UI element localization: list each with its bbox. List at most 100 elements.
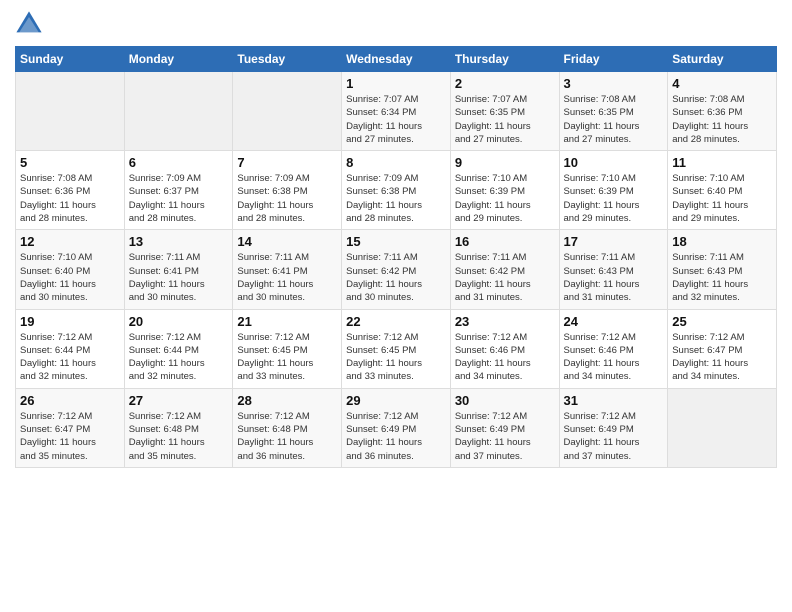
day-info: Sunrise: 7:12 AM Sunset: 6:49 PM Dayligh… (346, 410, 446, 463)
calendar-cell: 14 Sunrise: 7:11 AM Sunset: 6:41 PM Dayli… (233, 230, 342, 309)
day-info: Sunrise: 7:11 AM Sunset: 6:43 PM Dayligh… (564, 251, 664, 304)
calendar-header-tuesday: Tuesday (233, 47, 342, 72)
calendar-cell: 16 Sunrise: 7:11 AM Sunset: 6:42 PM Dayli… (450, 230, 559, 309)
calendar-cell (124, 72, 233, 151)
day-info: Sunrise: 7:12 AM Sunset: 6:46 PM Dayligh… (564, 331, 664, 384)
calendar-header-row: SundayMondayTuesdayWednesdayThursdayFrid… (16, 47, 777, 72)
day-number: 7 (237, 155, 337, 170)
day-info: Sunrise: 7:12 AM Sunset: 6:46 PM Dayligh… (455, 331, 555, 384)
day-info: Sunrise: 7:10 AM Sunset: 6:39 PM Dayligh… (564, 172, 664, 225)
calendar-cell: 3 Sunrise: 7:08 AM Sunset: 6:35 PM Daylig… (559, 72, 668, 151)
day-number: 16 (455, 234, 555, 249)
calendar-cell: 18 Sunrise: 7:11 AM Sunset: 6:43 PM Dayli… (668, 230, 777, 309)
day-info: Sunrise: 7:09 AM Sunset: 6:38 PM Dayligh… (346, 172, 446, 225)
calendar-cell: 6 Sunrise: 7:09 AM Sunset: 6:37 PM Daylig… (124, 151, 233, 230)
calendar-cell: 26 Sunrise: 7:12 AM Sunset: 6:47 PM Dayli… (16, 388, 125, 467)
calendar-header-friday: Friday (559, 47, 668, 72)
day-number: 27 (129, 393, 229, 408)
calendar-header-monday: Monday (124, 47, 233, 72)
day-number: 25 (672, 314, 772, 329)
day-number: 22 (346, 314, 446, 329)
day-info: Sunrise: 7:12 AM Sunset: 6:49 PM Dayligh… (564, 410, 664, 463)
day-number: 21 (237, 314, 337, 329)
day-info: Sunrise: 7:08 AM Sunset: 6:36 PM Dayligh… (20, 172, 120, 225)
day-number: 12 (20, 234, 120, 249)
calendar-cell: 7 Sunrise: 7:09 AM Sunset: 6:38 PM Daylig… (233, 151, 342, 230)
day-number: 4 (672, 76, 772, 91)
calendar-cell: 4 Sunrise: 7:08 AM Sunset: 6:36 PM Daylig… (668, 72, 777, 151)
calendar-cell: 5Sunrise: 7:08 AM Sunset: 6:36 PM Daylig… (16, 151, 125, 230)
calendar-cell: 11 Sunrise: 7:10 AM Sunset: 6:40 PM Dayli… (668, 151, 777, 230)
calendar-cell: 31 Sunrise: 7:12 AM Sunset: 6:49 PM Dayli… (559, 388, 668, 467)
calendar-cell: 22Sunrise: 7:12 AM Sunset: 6:45 PM Dayli… (342, 309, 451, 388)
calendar-header-saturday: Saturday (668, 47, 777, 72)
day-number: 31 (564, 393, 664, 408)
calendar-cell: 13Sunrise: 7:11 AM Sunset: 6:41 PM Dayli… (124, 230, 233, 309)
day-info: Sunrise: 7:11 AM Sunset: 6:42 PM Dayligh… (346, 251, 446, 304)
day-info: Sunrise: 7:09 AM Sunset: 6:37 PM Dayligh… (129, 172, 229, 225)
page-container: SundayMondayTuesdayWednesdayThursdayFrid… (0, 0, 792, 478)
day-info: Sunrise: 7:10 AM Sunset: 6:40 PM Dayligh… (672, 172, 772, 225)
day-number: 23 (455, 314, 555, 329)
calendar-week-2: 12Sunrise: 7:10 AM Sunset: 6:40 PM Dayli… (16, 230, 777, 309)
day-number: 6 (129, 155, 229, 170)
day-number: 3 (564, 76, 664, 91)
day-number: 30 (455, 393, 555, 408)
day-number: 15 (346, 234, 446, 249)
day-info: Sunrise: 7:08 AM Sunset: 6:36 PM Dayligh… (672, 93, 772, 146)
calendar-cell (668, 388, 777, 467)
day-number: 24 (564, 314, 664, 329)
calendar-cell: 30 Sunrise: 7:12 AM Sunset: 6:49 PM Dayli… (450, 388, 559, 467)
calendar-cell: 12Sunrise: 7:10 AM Sunset: 6:40 PM Dayli… (16, 230, 125, 309)
day-info: Sunrise: 7:11 AM Sunset: 6:42 PM Dayligh… (455, 251, 555, 304)
day-info: Sunrise: 7:11 AM Sunset: 6:41 PM Dayligh… (129, 251, 229, 304)
day-info: Sunrise: 7:12 AM Sunset: 6:49 PM Dayligh… (455, 410, 555, 463)
day-number: 10 (564, 155, 664, 170)
calendar-header-wednesday: Wednesday (342, 47, 451, 72)
day-info: Sunrise: 7:11 AM Sunset: 6:43 PM Dayligh… (672, 251, 772, 304)
day-info: Sunrise: 7:12 AM Sunset: 6:44 PM Dayligh… (20, 331, 120, 384)
day-info: Sunrise: 7:07 AM Sunset: 6:34 PM Dayligh… (346, 93, 446, 146)
calendar-cell: 17Sunrise: 7:11 AM Sunset: 6:43 PM Dayli… (559, 230, 668, 309)
day-info: Sunrise: 7:08 AM Sunset: 6:35 PM Dayligh… (564, 93, 664, 146)
day-number: 2 (455, 76, 555, 91)
day-info: Sunrise: 7:12 AM Sunset: 6:47 PM Dayligh… (672, 331, 772, 384)
calendar-cell: 15 Sunrise: 7:11 AM Sunset: 6:42 PM Dayli… (342, 230, 451, 309)
day-info: Sunrise: 7:09 AM Sunset: 6:38 PM Dayligh… (237, 172, 337, 225)
logo (15, 10, 47, 38)
day-info: Sunrise: 7:07 AM Sunset: 6:35 PM Dayligh… (455, 93, 555, 146)
calendar-cell: 9 Sunrise: 7:10 AM Sunset: 6:39 PM Daylig… (450, 151, 559, 230)
day-info: Sunrise: 7:12 AM Sunset: 6:45 PM Dayligh… (237, 331, 337, 384)
day-number: 9 (455, 155, 555, 170)
day-number: 26 (20, 393, 120, 408)
calendar-week-1: 5Sunrise: 7:08 AM Sunset: 6:36 PM Daylig… (16, 151, 777, 230)
calendar-cell: 21 Sunrise: 7:12 AM Sunset: 6:45 PM Dayli… (233, 309, 342, 388)
calendar-header-sunday: Sunday (16, 47, 125, 72)
day-info: Sunrise: 7:12 AM Sunset: 6:48 PM Dayligh… (129, 410, 229, 463)
calendar-cell: 27 Sunrise: 7:12 AM Sunset: 6:48 PM Dayli… (124, 388, 233, 467)
day-info: Sunrise: 7:12 AM Sunset: 6:48 PM Dayligh… (237, 410, 337, 463)
calendar-cell (233, 72, 342, 151)
day-number: 1 (346, 76, 446, 91)
day-number: 18 (672, 234, 772, 249)
calendar-cell: 8 Sunrise: 7:09 AM Sunset: 6:38 PM Daylig… (342, 151, 451, 230)
calendar-cell: 23 Sunrise: 7:12 AM Sunset: 6:46 PM Dayli… (450, 309, 559, 388)
page-header (15, 10, 777, 38)
calendar-cell: 2 Sunrise: 7:07 AM Sunset: 6:35 PM Daylig… (450, 72, 559, 151)
calendar-week-3: 19 Sunrise: 7:12 AM Sunset: 6:44 PM Dayli… (16, 309, 777, 388)
calendar-cell: 20Sunrise: 7:12 AM Sunset: 6:44 PM Dayli… (124, 309, 233, 388)
calendar-cell: 28 Sunrise: 7:12 AM Sunset: 6:48 PM Dayli… (233, 388, 342, 467)
day-number: 19 (20, 314, 120, 329)
calendar-cell: 10 Sunrise: 7:10 AM Sunset: 6:39 PM Dayli… (559, 151, 668, 230)
calendar-cell: 24 Sunrise: 7:12 AM Sunset: 6:46 PM Dayli… (559, 309, 668, 388)
calendar-week-0: 1 Sunrise: 7:07 AM Sunset: 6:34 PM Daylig… (16, 72, 777, 151)
day-info: Sunrise: 7:11 AM Sunset: 6:41 PM Dayligh… (237, 251, 337, 304)
day-info: Sunrise: 7:12 AM Sunset: 6:47 PM Dayligh… (20, 410, 120, 463)
day-number: 11 (672, 155, 772, 170)
calendar-cell: 25 Sunrise: 7:12 AM Sunset: 6:47 PM Dayli… (668, 309, 777, 388)
day-number: 14 (237, 234, 337, 249)
day-number: 28 (237, 393, 337, 408)
day-info: Sunrise: 7:10 AM Sunset: 6:39 PM Dayligh… (455, 172, 555, 225)
calendar-table: SundayMondayTuesdayWednesdayThursdayFrid… (15, 46, 777, 468)
day-number: 8 (346, 155, 446, 170)
